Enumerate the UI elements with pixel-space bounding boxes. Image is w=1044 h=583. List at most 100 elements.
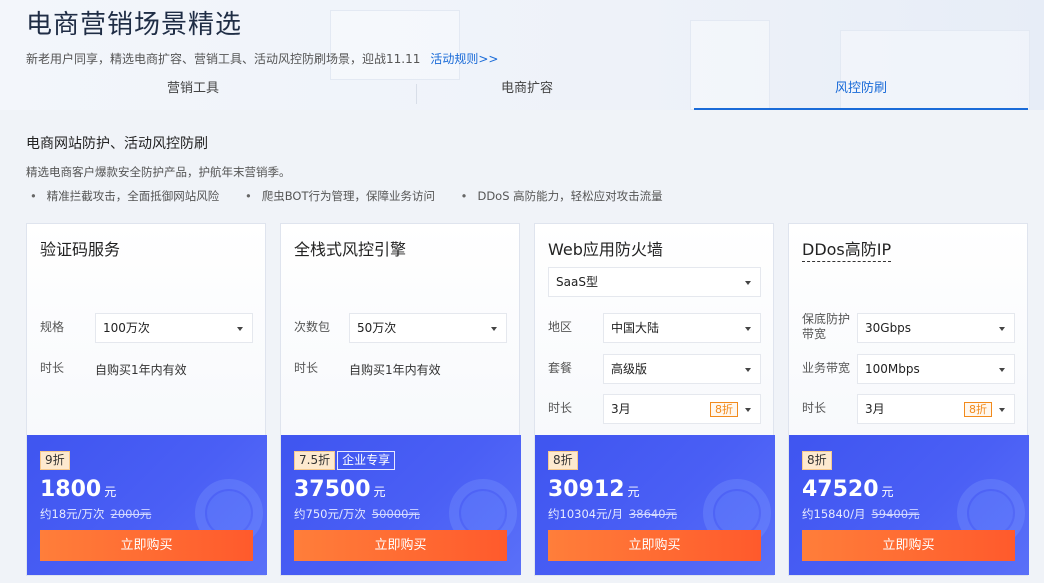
tab-ecommerce-scaling[interactable]: 电商扩容: [360, 76, 694, 110]
hero-banner: 电商营销场景精选 新老用户同享，精选电商扩容、营销工具、活动风控防刷场景，迎战1…: [0, 0, 1044, 110]
price: 30912 元: [548, 477, 640, 502]
hero-decoration: [330, 10, 460, 80]
buy-now-button[interactable]: 立即购买: [548, 530, 761, 561]
page-title: 电商营销场景精选: [26, 10, 243, 40]
price-amount: 37500: [294, 477, 371, 502]
original-price: 59400元: [871, 507, 920, 521]
disc-decoration-icon: [715, 491, 759, 535]
discount-badges: 7.5折 企业专享: [294, 449, 397, 470]
per-unit-price: 约18元/万次: [40, 507, 105, 521]
price-panel: 7.5折 企业专享 37500 元 约750元/万次 50000元 立即购买: [281, 435, 521, 575]
enterprise-badge: 企业专享: [337, 451, 396, 470]
duration-label: 时长: [294, 361, 319, 375]
buy-now-button[interactable]: 立即购买: [40, 530, 253, 561]
section-title: 电商网站防护、活动风控防刷: [26, 136, 208, 152]
type-value: SaaS型: [556, 275, 598, 289]
spec-value: 100万次: [103, 321, 150, 335]
unit-price: 约18元/万次 2000元: [40, 506, 151, 522]
card-title[interactable]: DDos高防IP: [802, 236, 892, 262]
plan-value: 高级版: [611, 362, 648, 376]
discount-badges: 8折: [802, 449, 834, 470]
discount-badge: 7.5折: [294, 451, 336, 470]
chevron-down-icon: [745, 368, 751, 372]
duration-label: 时长: [548, 401, 573, 415]
discount-badges: 9折: [40, 449, 72, 470]
package-value: 50万次: [357, 321, 397, 335]
card-title: 验证码服务: [40, 240, 121, 259]
per-unit-price: 约750元/万次: [294, 507, 366, 521]
unit-price: 约10304元/月 38640元: [548, 506, 677, 522]
feature-bullet: 爬虫BOT行为管理，保障业务访问: [245, 188, 435, 204]
duration-select[interactable]: 3月 8折: [603, 394, 761, 424]
duration-value: 3月: [865, 402, 885, 416]
protect-bandwidth-select[interactable]: 30Gbps: [857, 313, 1015, 343]
price: 47520 元: [802, 477, 894, 502]
plan-select[interactable]: 高级版: [603, 354, 761, 384]
unit-price: 约750元/万次 50000元: [294, 506, 420, 522]
disc-decoration-icon: [461, 491, 505, 535]
discount-badge: 8折: [548, 451, 578, 470]
per-unit-price: 约10304元/月: [548, 507, 623, 521]
per-unit-price: 约15840/月: [802, 507, 866, 521]
discount-badges: 8折: [548, 449, 580, 470]
price-unit: 元: [627, 485, 640, 499]
duration-value: 自购买1年内有效: [349, 363, 441, 377]
page-subtitle: 新老用户同享，精选电商扩容、营销工具、活动风控防刷场景，迎战11.11 活动规则>…: [26, 50, 498, 67]
business-bandwidth-label: 业务带宽: [802, 361, 851, 375]
duration-value: 3月: [611, 402, 631, 416]
chevron-down-icon: [745, 408, 751, 412]
section-description: 精选电商客户爆款安全防护产品，护航年末营销季。: [26, 165, 291, 179]
original-price: 2000元: [110, 507, 152, 521]
feature-bullet: DDoS 高防能力，轻松应对攻击流量: [461, 188, 662, 204]
plan-label: 套餐: [548, 361, 573, 375]
price-unit: 元: [373, 485, 386, 499]
chevron-down-icon: [999, 408, 1005, 412]
price-panel: 8折 47520 元 约15840/月 59400元 立即购买: [789, 435, 1029, 575]
original-price: 50000元: [371, 507, 420, 521]
price-unit: 元: [881, 485, 894, 499]
protect-bandwidth-label: 保底防护带宽: [802, 312, 851, 341]
disc-decoration-icon: [207, 491, 251, 535]
price: 1800 元: [40, 477, 116, 502]
region-value: 中国大陆: [611, 321, 660, 335]
unit-price: 约15840/月 59400元: [802, 506, 920, 522]
business-bandwidth-select[interactable]: 100Mbps: [857, 354, 1015, 384]
package-label: 次数包: [294, 320, 331, 334]
disc-decoration-icon: [969, 491, 1013, 535]
region-label: 地区: [548, 320, 573, 334]
product-card-ddos: DDos高防IP 保底防护带宽 30Gbps 业务带宽 100Mbps 时长 3…: [788, 223, 1029, 576]
chevron-down-icon: [745, 281, 751, 285]
business-bandwidth-value: 100Mbps: [865, 362, 920, 376]
price: 37500 元: [294, 477, 386, 502]
card-title: 全栈式风控引擎: [294, 240, 407, 259]
tab-risk-control[interactable]: 风控防刷: [694, 76, 1028, 110]
type-select[interactable]: SaaS型: [548, 267, 761, 297]
chevron-down-icon: [999, 368, 1005, 372]
spec-label: 规格: [40, 320, 65, 334]
protect-bandwidth-value: 30Gbps: [865, 321, 912, 335]
discount-badge: 9折: [40, 451, 70, 470]
original-price: 38640元: [628, 507, 678, 521]
region-select[interactable]: 中国大陆: [603, 313, 761, 343]
chevron-down-icon: [237, 327, 243, 331]
tab-bar: 营销工具 电商扩容 风控防刷: [26, 76, 1028, 110]
duration-select[interactable]: 3月 8折: [857, 394, 1015, 424]
buy-now-button[interactable]: 立即购买: [294, 530, 507, 561]
price-amount: 30912: [548, 477, 625, 502]
duration-discount-tag: 8折: [964, 402, 992, 417]
rules-link[interactable]: 活动规则>>: [430, 52, 498, 66]
product-card-waf: Web应用防火墙 SaaS型 地区 中国大陆 套餐 高级版 时长 3月 8折 8…: [534, 223, 775, 576]
subtitle-text: 新老用户同享，精选电商扩容、营销工具、活动风控防刷场景，迎战11.11: [26, 52, 421, 66]
duration-label: 时长: [40, 361, 65, 375]
product-card-risk-engine: 全栈式风控引擎 次数包 50万次 时长 自购买1年内有效 7.5折 企业专享 37…: [280, 223, 521, 576]
package-select[interactable]: 50万次: [349, 313, 507, 343]
product-card-captcha: 验证码服务 规格 100万次 时长 自购买1年内有效 9折 1800 元 约18元…: [26, 223, 267, 576]
price-unit: 元: [104, 485, 117, 499]
tab-marketing-tools[interactable]: 营销工具: [26, 76, 360, 110]
spec-select[interactable]: 100万次: [95, 313, 253, 343]
card-title: Web应用防火墙: [548, 240, 663, 259]
main-content: 电商网站防护、活动风控防刷 精选电商客户爆款安全防护产品，护航年末营销季。 精准…: [0, 110, 1044, 583]
price-amount: 47520: [802, 477, 879, 502]
price-panel: 8折 30912 元 约10304元/月 38640元 立即购买: [535, 435, 775, 575]
buy-now-button[interactable]: 立即购买: [802, 530, 1015, 561]
